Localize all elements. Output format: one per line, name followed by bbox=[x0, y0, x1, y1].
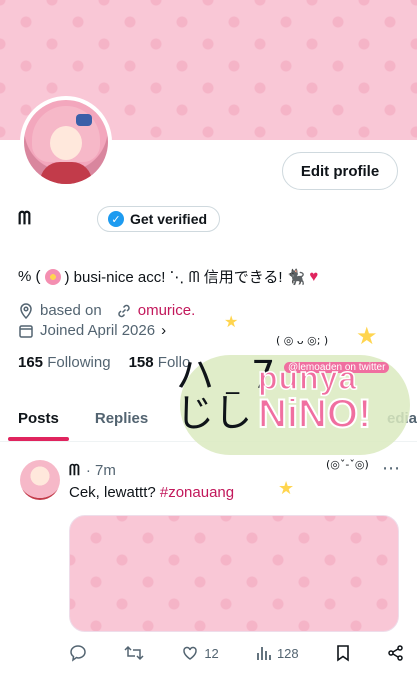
kaomoji-side: (◎ˇ-ˇ◎) bbox=[326, 458, 369, 471]
like-button[interactable]: 12 bbox=[181, 644, 219, 662]
more-options-icon[interactable]: ⋯ bbox=[382, 458, 400, 479]
profile-meta-joined: Joined April 2026 › bbox=[18, 322, 166, 339]
star-icon: ★ bbox=[278, 478, 295, 498]
profile-name: ᗰ bbox=[18, 208, 31, 228]
like-icon bbox=[183, 646, 198, 660]
star-icon: ★ bbox=[224, 314, 239, 331]
reply-button[interactable] bbox=[69, 644, 87, 662]
profile-meta-location: based on omurice. bbox=[18, 302, 195, 319]
heart-icon: ♥ bbox=[309, 268, 319, 285]
like-count: 12 bbox=[204, 645, 219, 661]
repost-button[interactable] bbox=[124, 644, 144, 662]
following-stat[interactable]: 165 Following bbox=[18, 354, 111, 371]
kaomoji-top: ( ◎ ᴗ ◎; ) bbox=[276, 334, 329, 347]
flower-icon bbox=[44, 268, 61, 285]
chevron-right-icon[interactable]: › bbox=[161, 322, 166, 339]
post-header: ᗰ · 7m bbox=[69, 462, 116, 479]
repost-icon bbox=[124, 645, 144, 661]
share-icon bbox=[388, 645, 403, 661]
view-count: 128 bbox=[276, 645, 299, 661]
profile-avatar[interactable] bbox=[20, 96, 112, 188]
follow-stats: 165 Following 158 Follo bbox=[18, 354, 190, 371]
get-verified-button[interactable]: ✓ Get verified bbox=[97, 206, 221, 232]
post-author-name[interactable]: ᗰ bbox=[69, 462, 80, 479]
share-button[interactable] bbox=[387, 644, 405, 662]
post-media-image[interactable] bbox=[69, 515, 399, 632]
sticker-text-nino: NiNO! bbox=[257, 391, 372, 437]
profile-bio: % ( ) busi-nice acc! ⋱ ᗰ 信用できる! 🐈‍⬛ ♥ bbox=[18, 266, 318, 287]
bookmark-button[interactable] bbox=[336, 644, 350, 662]
bio-prefix: % ( bbox=[18, 268, 41, 285]
tab-replies[interactable]: Replies bbox=[77, 396, 166, 440]
get-verified-label: Get verified bbox=[130, 211, 208, 227]
verified-badge-icon: ✓ bbox=[108, 211, 124, 227]
views-button[interactable]: 128 bbox=[256, 645, 299, 661]
tab-posts[interactable]: Posts bbox=[0, 396, 77, 441]
location-label: based on bbox=[40, 302, 102, 319]
edit-profile-button[interactable]: Edit profile bbox=[282, 152, 398, 190]
avatar-image bbox=[24, 100, 108, 184]
post-actions: 12 128 bbox=[69, 644, 405, 662]
star-icon: ★ bbox=[356, 323, 378, 350]
link-icon bbox=[118, 304, 130, 317]
post-hashtag[interactable]: #zonauang bbox=[160, 484, 234, 501]
location-icon bbox=[20, 302, 32, 319]
post-author-avatar[interactable] bbox=[20, 460, 60, 500]
bookmark-icon bbox=[336, 645, 349, 662]
reply-icon bbox=[70, 645, 86, 662]
post-body: Cek, lewattt? bbox=[69, 484, 160, 501]
joined-date: Joined April 2026 bbox=[40, 322, 156, 339]
calendar-icon bbox=[19, 324, 33, 338]
views-icon bbox=[257, 647, 271, 660]
post-timestamp[interactable]: · 7m bbox=[86, 462, 116, 479]
profile-link[interactable]: omurice. bbox=[138, 302, 196, 319]
bio-text: ) busi-nice acc! ⋱ ᗰ 信用できる! 🐈‍⬛ bbox=[64, 269, 306, 286]
post-text: Cek, lewattt? #zonauang bbox=[69, 484, 234, 501]
